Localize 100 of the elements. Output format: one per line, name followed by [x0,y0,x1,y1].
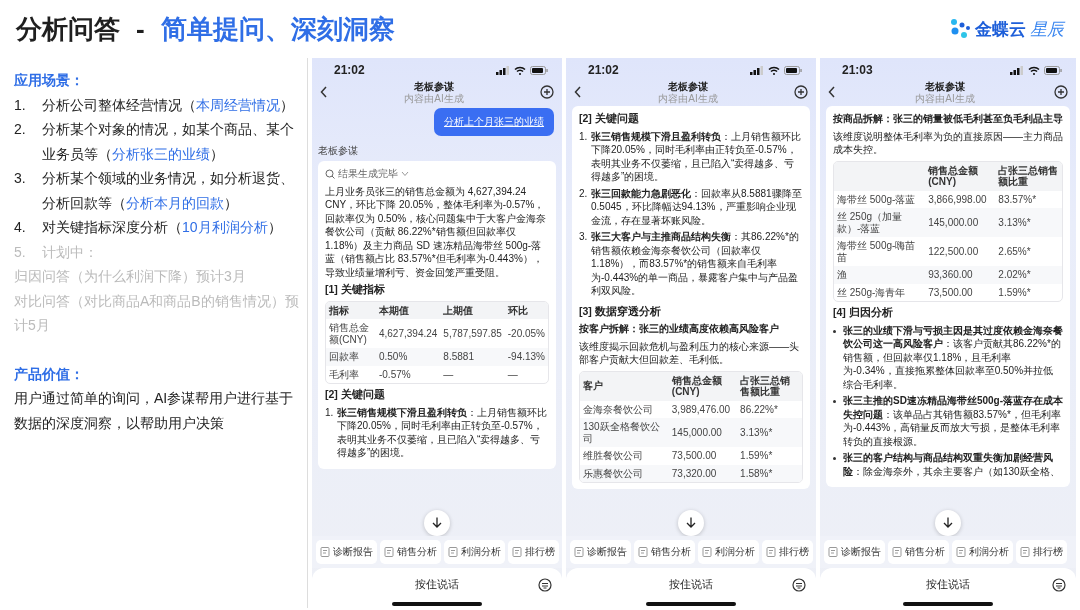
list-item-text: 张三大客户与主推商品结构失衡：其86.22%*的销售额依赖金海奈餐饮公司（回款率仅1.18%），而83.57%*的销售额来自毛利率为-0.443%的单一商品，暴露客户集中与产品盈利双风险。 [591,230,800,298]
document-icon [574,547,584,557]
keyboard-icon[interactable] [1052,578,1066,592]
chat-subtitle: 内容由AI生成 [404,92,464,104]
document-icon [956,547,966,557]
quick-action-button[interactable]: 排行榜 [1016,540,1067,564]
logo-icon [949,18,971,40]
table-cell-text: 3,989,476.00 [670,402,732,417]
back-icon[interactable] [320,86,328,98]
scroll-down-button[interactable] [678,509,704,536]
list-item-text: 分析公司整体经营情况（本周经营情况） [42,95,295,115]
table-header-cell: 销售总金额(CNY) [925,161,996,191]
chat-subtitle: 内容由AI生成 [915,92,975,104]
example-link[interactable]: 分析张三的业绩 [112,145,210,162]
quick-action-button[interactable]: 排行榜 [508,540,559,564]
example-link[interactable]: 本周经营情况 [196,96,280,113]
table-header-cell: 上期值 [440,301,505,319]
table-header-cell: 本期值 [375,301,441,319]
table-cell-text: 4,627,394.24 [377,326,439,341]
status-time: 21:02 [588,63,619,77]
list-item-text: 张三的业绩下滑与亏损主因是其过度依赖金海奈餐饮公司这一高风险客户：该客户贡献其86.22%*的销售额，但回款率仅1.18%，且毛利率为-0.34%，直接拖累整体回款率至0.50%并拉低综合毛利率。 [843,323,1063,391]
keyboard-icon[interactable] [792,578,806,592]
status-time: 21:02 [334,63,365,77]
signal-icon [496,65,510,75]
quick-action-button[interactable]: 诊断报告 [316,540,377,564]
table-cell-text: 2.65%* [997,244,1032,259]
table-cell: 3.13%* [995,208,1062,237]
list-number: 1. [14,95,27,115]
table-cell: 2.02%* [995,266,1062,284]
wifi-icon [1028,65,1040,75]
list-item-text: 分析某个对象的情况，如某个商品、某个业务员等（分析张三的业绩） [42,120,295,164]
quick-action-button[interactable]: 利润分析 [698,540,759,564]
add-icon[interactable] [540,85,554,99]
hold-to-talk-button[interactable]: 按住说话 [916,573,980,596]
down-arrow-icon [686,517,696,528]
hold-to-talk-button[interactable]: 按住说话 [405,573,469,596]
scroll-down-button[interactable] [935,509,961,536]
quick-action-button[interactable]: 诊断报告 [570,540,631,564]
list-item-text: 张三销售规模下滑且盈利转负：上月销售额环比下降20.05%，同时毛利率由正转负至-0.57%，表明其业务不仅萎缩，且已陷入“卖得越多、亏得越多”的困境。 [591,129,802,184]
answer-text: 该维度揭示回款危机与盈利压力的核心来源——头部客户贡献大但回款差、毛利低。 [579,339,800,367]
document-icon [892,547,902,557]
table-cell-text: 3,866,998.00 [927,192,988,207]
section-heading: [1] 关键指标 [325,283,386,297]
list-number: 5. [14,242,27,262]
hold-to-talk-button[interactable]: 按住说话 [659,573,723,596]
table-cell: 丝 250g（加量款）-落蓝 [834,208,926,237]
scroll-down-button[interactable] [424,509,450,536]
section-heading: [2] 关键问题 [325,388,386,402]
table-cell: -94.13% [504,348,548,366]
example-link[interactable]: 10月利润分析 [182,219,268,235]
chevron-down-icon[interactable] [401,170,409,177]
signal-icon [1010,65,1024,75]
battery-icon [530,65,548,75]
quick-action-button[interactable]: 诊断报告 [824,540,885,564]
bullet-icon [833,329,836,333]
list-item-text: 计划中： [42,242,99,262]
quick-action-button[interactable]: 销售分析 [380,540,441,564]
document-icon [320,547,330,557]
add-icon[interactable] [794,85,808,99]
slide-subtitle: 简单提问、深刻洞察 [160,12,395,46]
example-link[interactable]: 分析本月的回款 [126,194,224,211]
planned-note: 对比问答（对比商品A和商品B的销售情况）预计5月 [14,291,300,335]
table-cell: 8.5881 [440,348,505,366]
quick-action-button[interactable]: 排行榜 [762,540,813,564]
keyboard-icon[interactable] [538,578,552,592]
battery-icon [1044,65,1062,75]
table-cell-text: 122,500.00 [927,244,980,259]
back-icon[interactable] [574,86,582,98]
table-cell-text: 销售总金额(CNY) [328,321,370,347]
sender-name: 老板参谋 [318,143,359,157]
document-icon [638,547,648,557]
magnifier-icon [325,168,335,179]
down-arrow-icon [943,517,953,528]
document-icon [828,547,838,557]
battery-icon [784,65,802,75]
list-item-text: 对关键指标深度分析（10月利润分析） [42,218,283,237]
list-item-text: 张三主推的SD速冻精品海带丝500g-落蓝存在成本失控问题：该单品占其销售额83.57%*，但毛利率为-0.443%，高销量反而放大亏损，是整体毛利率转负的直接根源。 [843,394,1063,448]
table-header-cell: 指标 [326,301,376,319]
section-heading: [2] 关键问题 [579,112,640,126]
table-cell-text: 维胜餐饮公司 [582,449,644,463]
back-icon[interactable] [828,86,836,98]
table-cell-text: 5,787,597.85 [442,326,503,341]
table-cell-text: — [506,367,519,382]
quick-action-button[interactable]: 利润分析 [444,540,505,564]
document-icon [766,547,776,557]
table-header-cell: 占张三总销售额比重 [737,371,802,401]
list-number: 2. [14,120,27,139]
quick-action-button[interactable]: 利润分析 [952,540,1013,564]
table-cell-text: 86.22%* [739,402,779,417]
table-cell: 渔 [834,266,926,284]
table-cell: 145,000.00 [925,208,996,237]
add-icon[interactable] [1054,85,1068,99]
table-cell: 乐惠餐饮公司 [580,464,669,482]
list-item-text: 张三回款能力急剧恶化：回款率从8.5881骤降至0.5045，环比降幅达94.13%，严重影响企业现金流，存在显著坏账风险。 [591,186,803,227]
value-description: 用户通过简单的询问，AI参谋帮用户进行基于数据的深度洞察，以帮助用户决策 [14,389,295,433]
document-icon [448,547,458,557]
quick-action-button[interactable]: 销售分析 [634,540,695,564]
chat-subtitle: 内容由AI生成 [658,92,718,104]
table-cell-text: — [442,367,455,382]
quick-action-button[interactable]: 销售分析 [888,540,949,564]
